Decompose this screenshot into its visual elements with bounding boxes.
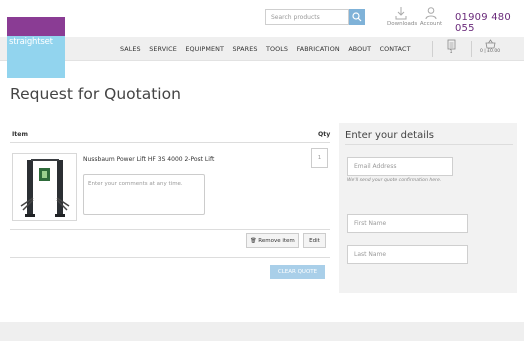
- column-header-item: Item: [12, 131, 28, 138]
- basket-summary: 0 | £0.00: [479, 49, 501, 54]
- search-button[interactable]: [349, 9, 365, 25]
- nav-item-spares[interactable]: SPARES: [232, 45, 257, 53]
- nav-item-sales[interactable]: SALES: [120, 45, 141, 53]
- table-header-divider: [10, 142, 330, 143]
- nav-item-about[interactable]: ABOUT: [348, 45, 371, 53]
- nav-item-fabrication[interactable]: FABRICATION: [297, 45, 340, 53]
- phone-number[interactable]: 01909 480 055: [455, 12, 524, 34]
- actions-divider: [10, 257, 330, 258]
- logo[interactable]: straightset: [7, 17, 65, 78]
- download-icon: [395, 7, 407, 20]
- top-bar: [0, 0, 524, 37]
- last-name-field[interactable]: Last Name: [347, 245, 468, 264]
- basket-icon: [485, 39, 495, 49]
- user-icon: [425, 7, 437, 20]
- nav-divider: [432, 41, 433, 57]
- details-panel: [339, 123, 517, 293]
- product-image[interactable]: [12, 153, 77, 221]
- quote-count: 1: [449, 50, 453, 55]
- downloads-label: Downloads: [387, 21, 418, 27]
- logo-band: [7, 17, 65, 36]
- trash-icon: 🗑: [250, 238, 257, 244]
- page: straightset Search products Downloads Ac…: [0, 0, 524, 341]
- column-header-qty: Qty: [318, 131, 331, 138]
- remove-item-button[interactable]: 🗑 Remove item: [246, 233, 299, 248]
- nav-divider: [471, 41, 472, 57]
- downloads-link[interactable]: Downloads: [387, 6, 418, 27]
- basket-button[interactable]: 0 | £0.00: [478, 39, 502, 54]
- quantity-input[interactable]: 1: [311, 148, 328, 168]
- email-field[interactable]: Email Address: [347, 157, 453, 176]
- row-divider: [10, 229, 330, 230]
- nav-item-equipment[interactable]: EQUIPMENT: [185, 45, 224, 53]
- search-input[interactable]: Search products: [265, 9, 349, 25]
- nav-item-contact[interactable]: CONTACT: [380, 45, 411, 53]
- logo-text: straightset: [9, 37, 53, 47]
- comments-textarea[interactable]: Enter your comments at any time.: [83, 174, 205, 215]
- search-icon: [352, 12, 362, 22]
- account-link[interactable]: Account: [419, 6, 443, 27]
- main-nav: SALES SERVICE EQUIPMENT SPARES TOOLS FAB…: [120, 37, 419, 61]
- two-post-lift-image: [20, 159, 70, 217]
- clear-quote-button[interactable]: CLEAR QUOTE: [270, 265, 325, 279]
- product-name[interactable]: Nussbaum Power Lift HF 3S 4000 2-Post Li…: [83, 156, 214, 163]
- nav-item-service[interactable]: SERVICE: [149, 45, 177, 53]
- clipboard-icon: [447, 39, 455, 50]
- page-title: Request for Quotation: [10, 85, 181, 103]
- email-hint: We'll send your quote confirmation here.: [347, 178, 442, 183]
- quote-list-button[interactable]: 1: [444, 39, 458, 55]
- details-title-divider: [345, 144, 513, 145]
- remove-item-label: Remove item: [258, 238, 295, 244]
- footer: [0, 322, 524, 341]
- nav-item-tools[interactable]: TOOLS: [266, 45, 288, 53]
- details-title: Enter your details: [345, 130, 434, 141]
- account-label: Account: [419, 21, 443, 27]
- first-name-field[interactable]: First Name: [347, 214, 468, 233]
- edit-button[interactable]: Edit: [303, 233, 326, 248]
